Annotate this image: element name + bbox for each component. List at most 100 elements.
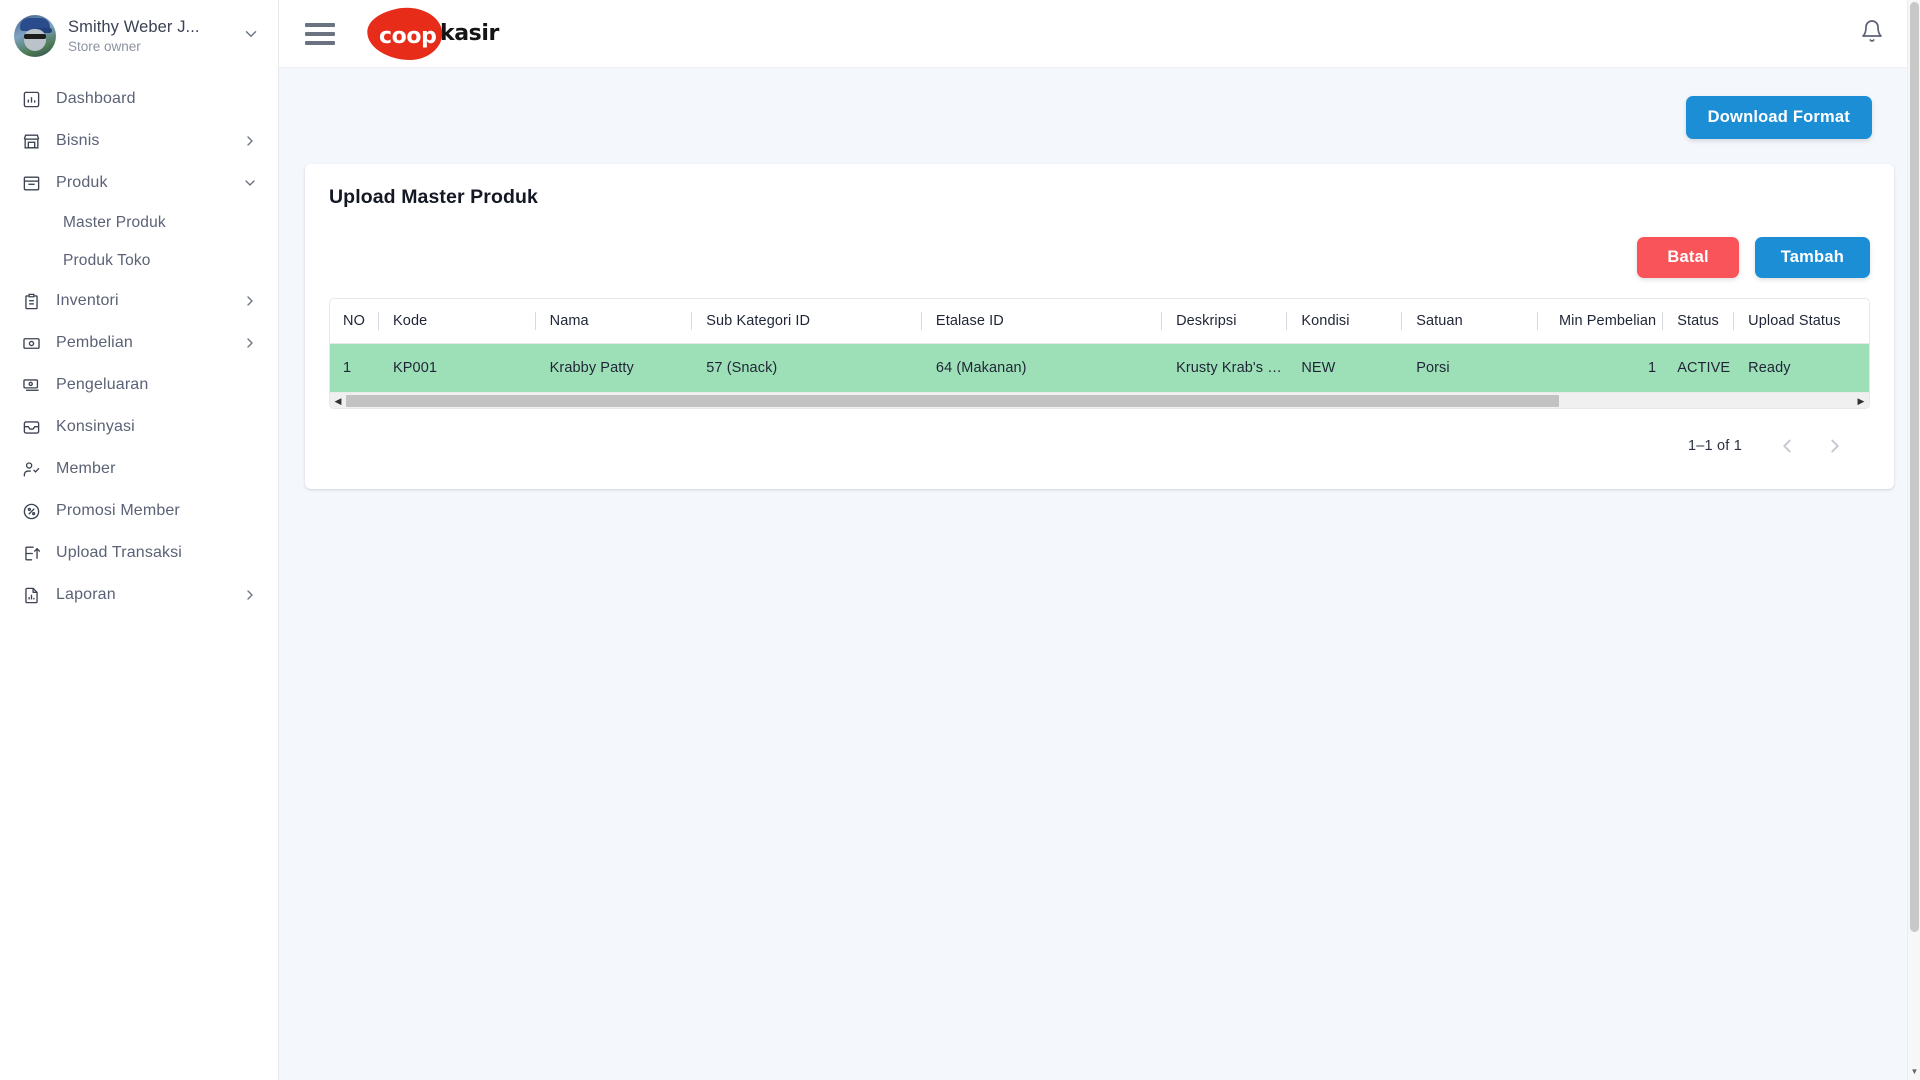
sidebar-item-inventori[interactable]: Inventori — [0, 280, 278, 322]
sidebar-subitem-label: Produk Toko — [63, 252, 151, 269]
cell-value: Krabby Patty — [549, 360, 634, 376]
column-header-label: Min Pembelian — [1558, 313, 1657, 329]
table-column-header-nama[interactable]: Nama — [534, 299, 692, 344]
page-scrollbar-thumb[interactable] — [1910, 2, 1919, 932]
sidebar-item-pembelian[interactable]: Pembelian — [0, 322, 278, 364]
page-toolbar: Download Format — [305, 68, 1894, 139]
table-column-header-upload_status[interactable]: Upload Status — [1733, 299, 1869, 344]
pagination-prev-button[interactable] — [1766, 425, 1808, 467]
sidebar-item-promosi-member[interactable]: Promosi Member — [0, 490, 278, 532]
column-header-label: Sub Kategori ID — [706, 313, 811, 329]
money-icon — [20, 332, 42, 354]
sidebar-item-master-produk[interactable]: Master Produk — [0, 204, 278, 242]
chevron-down-icon[interactable] — [242, 175, 258, 191]
triangle-left-icon[interactable]: ◀ — [330, 393, 346, 409]
bell-icon[interactable] — [1860, 19, 1884, 48]
scrollbar-thumb[interactable] — [346, 394, 1560, 407]
main-area: coop kasir Download Format Upload Master… — [279, 0, 1920, 1080]
cell-value: 1 — [1648, 360, 1657, 376]
sidebar-item-label: Produk — [56, 174, 108, 191]
cancel-button[interactable]: Batal — [1637, 237, 1739, 278]
triangle-right-icon[interactable]: ▶ — [1853, 393, 1869, 409]
sidebar-item-dashboard[interactable]: Dashboard — [0, 78, 278, 120]
chevron-right-icon[interactable] — [242, 293, 258, 309]
profile-name: Smithy Weber J... — [68, 17, 200, 36]
table-cell-kode: KP001 — [378, 344, 535, 393]
table-column-header-kondisi[interactable]: Kondisi — [1286, 299, 1402, 344]
scroll-down-icon[interactable]: ▼ — [1908, 1067, 1920, 1080]
column-divider — [534, 312, 536, 330]
table-column-header-sub_kategori[interactable]: Sub Kategori ID — [691, 299, 921, 344]
hamburger-icon[interactable] — [305, 22, 335, 45]
upload-master-produk-card: Upload Master Produk Batal Tambah NO Kode… — [305, 164, 1894, 489]
page-scrollbar[interactable]: ▲ ▼ — [1907, 0, 1920, 1080]
table-cell-satuan: Porsi — [1401, 344, 1537, 393]
table-column-header-kode[interactable]: Kode — [378, 299, 535, 344]
page-content: Download Format Upload Master Produk Bat… — [279, 68, 1920, 1080]
sidebar-item-label: Upload Transaksi — [56, 544, 183, 561]
sidebar-item-label: Konsinyasi — [56, 418, 135, 435]
upload-file-icon — [20, 542, 42, 564]
chevron-right-icon[interactable] — [242, 133, 258, 149]
logo-text-primary: coop — [379, 23, 437, 49]
column-divider — [1401, 312, 1403, 330]
chart-bar-icon — [20, 88, 42, 110]
chevron-right-icon[interactable] — [242, 587, 258, 603]
column-header-label: Upload Status — [1748, 313, 1841, 329]
column-divider — [1662, 312, 1664, 330]
sidebar-item-upload-transaksi[interactable]: Upload Transaksi — [0, 532, 278, 574]
table-cell-deskripsi: Krusty Krab's si... — [1161, 344, 1286, 393]
sidebar-item-konsinyasi[interactable]: Konsinyasi — [0, 406, 278, 448]
products-table-wrapper: NO Kode Nama Sub Kategori ID Etalase ID Deskr… — [329, 298, 1870, 409]
column-header-label: Nama — [549, 313, 589, 329]
column-header-label: NO — [343, 313, 365, 329]
cell-value: NEW — [1301, 360, 1336, 376]
inbox-icon — [20, 416, 42, 438]
percent-icon — [20, 500, 42, 522]
store-icon — [20, 130, 42, 152]
sidebar-nav: Dashboard Bisnis Produk Master Produk Pr… — [0, 68, 278, 616]
sidebar-item-label: Bisnis — [56, 132, 100, 149]
logo-blob-shape: coop — [366, 7, 444, 61]
products-table: NO Kode Nama Sub Kategori ID Etalase ID Deskr… — [330, 299, 1869, 392]
table-column-header-deskripsi[interactable]: Deskripsi — [1161, 299, 1287, 344]
table-column-header-no[interactable]: NO — [330, 299, 379, 344]
sidebar-item-pengeluaran[interactable]: Pengeluaran — [0, 364, 278, 406]
sidebar-item-produk[interactable]: Produk — [0, 162, 278, 204]
sidebar-item-label: Inventori — [56, 292, 119, 309]
cell-value: ACTIVE — [1677, 360, 1731, 376]
cell-value: 1 — [343, 360, 352, 376]
profile-switcher[interactable]: Smithy Weber J... Store owner — [0, 0, 278, 68]
page-title: Upload Master Produk — [329, 186, 538, 208]
report-icon — [20, 584, 42, 606]
column-divider — [378, 312, 380, 330]
sidebar-item-member[interactable]: Member — [0, 448, 278, 490]
table-cell-status: ACTIVE — [1662, 344, 1733, 393]
box-icon — [20, 172, 42, 194]
column-divider — [1536, 312, 1538, 330]
table-column-header-etalase[interactable]: Etalase ID — [920, 299, 1162, 344]
sidebar-item-bisnis[interactable]: Bisnis — [0, 120, 278, 162]
chevron-down-icon[interactable] — [242, 25, 264, 48]
table-cell-upload_status: Ready — [1733, 344, 1869, 393]
sidebar-item-laporan[interactable]: Laporan — [0, 574, 278, 616]
pagination-next-button[interactable] — [1814, 425, 1856, 467]
table-column-header-min_pembelian[interactable]: Min Pembelian — [1536, 299, 1663, 344]
column-header-label: Satuan — [1416, 313, 1463, 329]
add-button[interactable]: Tambah — [1754, 237, 1870, 278]
column-divider — [691, 312, 693, 330]
user-check-icon — [20, 458, 42, 480]
cell-value: 64 (Makanan) — [935, 360, 1027, 376]
scrollbar-track[interactable] — [346, 393, 1853, 409]
avatar — [14, 15, 56, 57]
table-column-header-satuan[interactable]: Satuan — [1401, 299, 1537, 344]
app-root: Smithy Weber J... Store owner Dashboard … — [0, 0, 1920, 1080]
table-column-header-status[interactable]: Status — [1662, 299, 1734, 344]
sidebar-item-label: Dashboard — [56, 90, 136, 107]
card-action-bar: Batal Tambah — [329, 237, 1870, 278]
table-horizontal-scrollbar[interactable]: ◀ ▶ — [330, 392, 1869, 408]
chevron-right-icon[interactable] — [242, 335, 258, 351]
sidebar-item-produk-toko[interactable]: Produk Toko — [0, 242, 278, 280]
table-row[interactable]: 1 KP001 Krabby Patty 57 (Snack) 64 (Makanan)… — [330, 343, 1869, 393]
download-format-button[interactable]: Download Format — [1685, 96, 1872, 139]
